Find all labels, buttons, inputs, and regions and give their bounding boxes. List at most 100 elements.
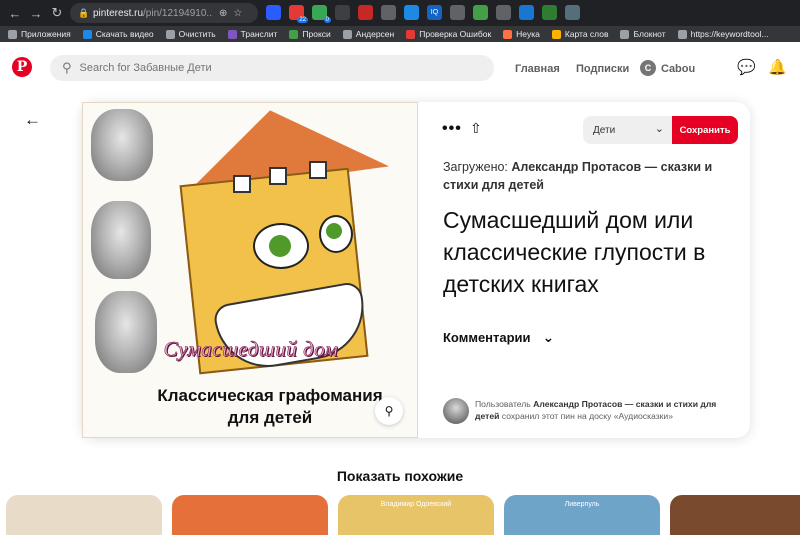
saver-info: Пользователь Александр Протасов — сказки… — [475, 398, 725, 422]
ext-down-icon[interactable] — [450, 5, 465, 20]
messages-icon[interactable]: 💬 — [737, 58, 756, 76]
image-subtitle: Классическая графомания для детей — [83, 385, 417, 429]
image-subtitle-line2: для детей — [227, 408, 313, 427]
portrait-1 — [91, 109, 153, 181]
username[interactable]: Cabou — [661, 63, 695, 75]
bookmark-label: Карта слов — [564, 29, 609, 39]
bookmark-label: Транслит — [240, 29, 278, 39]
saver-suffix: сохранил этот пин на доску «Аудиосказки» — [501, 411, 673, 421]
house-pupil — [269, 235, 291, 257]
house-window — [269, 167, 287, 185]
pin-title: Сумасшедший дом или классические глупост… — [443, 207, 706, 297]
ext-22-icon[interactable]: 22 — [289, 5, 308, 23]
bookmark-item[interactable]: Очистить — [165, 29, 216, 39]
chevron-down-icon: ⌄ — [654, 123, 664, 135]
bookmark-label: Блокнот — [633, 29, 666, 39]
bookmark-label: Скачать видео — [95, 29, 154, 39]
bookmark-label: Андерсен — [355, 29, 395, 39]
ext-puzzle-icon[interactable] — [473, 5, 488, 20]
related-pin[interactable]: Владимир Одоевский — [338, 495, 494, 535]
saver-prefix: Пользователь — [475, 399, 531, 409]
extension-badge: 22 — [297, 17, 308, 23]
share-icon[interactable]: ⇧ — [470, 120, 482, 137]
chevron-down-icon: ⌄ — [542, 329, 555, 345]
check-errors-icon — [406, 29, 416, 39]
ext-0-icon[interactable]: 0 — [312, 5, 331, 23]
pinterest-logo-icon[interactable]: P — [12, 57, 32, 77]
globe-icon — [677, 29, 687, 39]
word-map-icon — [551, 29, 561, 39]
shield-icon — [289, 29, 299, 39]
avatar[interactable]: C — [640, 60, 656, 76]
extensions-bar: 22 0 IQ — [266, 5, 580, 23]
globe-icon — [342, 29, 352, 39]
broom-icon — [165, 29, 175, 39]
back-arrow-icon[interactable]: ← — [24, 110, 41, 130]
ext-check-icon[interactable] — [542, 5, 557, 20]
extension-badge: 0 — [323, 17, 331, 23]
related-pin[interactable] — [6, 495, 162, 535]
bookmark-label: Очистить — [178, 29, 216, 39]
comments-toggle[interactable]: Комментарии ⌄ — [443, 329, 554, 346]
bookmark-label: https://keywordtool... — [690, 29, 769, 39]
ext-shield-icon[interactable] — [496, 5, 511, 20]
bookmark-item[interactable]: https://keywordtool... — [677, 29, 769, 39]
bookmark-item[interactable]: Приложения — [8, 29, 71, 39]
download-video-icon — [82, 29, 92, 39]
visual-search-icon[interactable]: ⚲ — [375, 397, 403, 425]
bookmark-label: Приложения — [21, 29, 71, 39]
bookmark-item[interactable]: Транслит — [227, 29, 278, 39]
bookmarks-bar: Приложения Скачать видео Очистить Транслит П… — [0, 26, 800, 42]
bookmark-item[interactable]: Скачать видео — [82, 29, 154, 39]
search-input[interactable] — [79, 62, 480, 74]
flag-fr-icon[interactable] — [266, 5, 281, 20]
address-url: pinterest.ru/pin/12194910... — [93, 7, 213, 19]
neuka-icon — [503, 29, 513, 39]
board-select-value: Дети — [593, 124, 616, 136]
image-title: Сумасшедший дом — [163, 337, 339, 362]
lock-icon: 🔒 — [78, 8, 90, 18]
ext-x-icon[interactable] — [335, 5, 350, 20]
related-pin[interactable] — [172, 495, 328, 535]
bookmark-item[interactable]: Блокнот — [620, 29, 666, 39]
house-window — [233, 175, 251, 193]
more-options-icon[interactable]: ••• — [442, 120, 462, 138]
address-bar[interactable]: 🔒 pinterest.ru/pin/12194910... ⊕ ☆ — [70, 3, 258, 23]
bookmark-star-icon[interactable]: ☆ — [233, 8, 242, 19]
forward-arrow-icon[interactable]: → — [27, 4, 45, 22]
house-pupil — [326, 223, 342, 239]
ext-iq-icon[interactable]: IQ — [427, 5, 442, 20]
save-button[interactable]: Сохранить — [672, 116, 738, 144]
bookmark-item[interactable]: Неука — [503, 29, 540, 39]
back-arrow-icon[interactable]: ← — [6, 4, 24, 22]
pin-image[interactable]: Сумасшедший дом Классическая графомания … — [82, 102, 418, 438]
nav-following[interactable]: Подписки — [576, 63, 629, 75]
reload-icon[interactable]: ↻ — [48, 4, 66, 22]
related-pins: Владимир Одоевский Ливерпуль — [6, 495, 800, 535]
nav-home[interactable]: Главная — [515, 63, 560, 75]
bookmark-item[interactable]: Карта слов — [551, 29, 609, 39]
translit-icon — [227, 29, 237, 39]
related-pin[interactable] — [670, 495, 800, 535]
bookmark-item[interactable]: Прокси — [289, 29, 331, 39]
bookmark-item[interactable]: Андерсен — [342, 29, 395, 39]
bookmark-label: Неука — [516, 29, 540, 39]
ext-globe-icon[interactable] — [404, 5, 419, 20]
related-pin[interactable]: Ливерпуль — [504, 495, 660, 535]
house-window — [309, 161, 327, 179]
related-pin-caption: Владимир Одоевский — [380, 501, 452, 508]
add-icon[interactable]: ⊕ — [219, 8, 227, 19]
ext-red-icon[interactable] — [358, 5, 373, 20]
notifications-bell-icon[interactable]: 🔔 — [768, 58, 787, 76]
bookmark-label: Прокси — [302, 29, 331, 39]
ext-blue-icon[interactable] — [519, 5, 534, 20]
bookmark-item[interactable]: Проверка Ошибок — [406, 29, 491, 39]
ext-chat-icon[interactable] — [381, 5, 396, 20]
comments-label: Комментарии — [443, 330, 531, 345]
search-bar[interactable]: ⚲ — [50, 55, 494, 81]
apps-grid-icon — [8, 29, 17, 39]
board-select[interactable]: Дети ⌄ — [583, 116, 672, 144]
uploaded-prefix: Загружено: — [443, 160, 508, 174]
ext-grid-icon[interactable] — [565, 5, 580, 20]
saver-avatar[interactable] — [443, 398, 469, 424]
